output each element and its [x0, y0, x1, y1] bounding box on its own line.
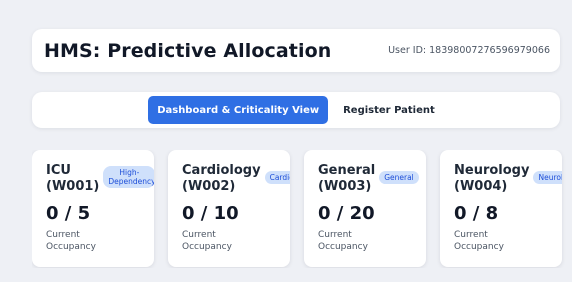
tab-bar: Dashboard & Criticality View Register Pa… — [32, 92, 560, 128]
ward-name: ICU (W001) — [46, 163, 99, 195]
ward-name: Neurology (W004) — [454, 163, 529, 195]
occupancy-label: Current Occupancy — [182, 230, 232, 252]
occupancy-value: 0 / 20 — [318, 203, 375, 224]
ward-card-header: Neurology (W004) Neurology — [454, 163, 562, 199]
ward-code: (W003) — [318, 179, 372, 194]
ward-card-header: Cardiology (W002) Cardiology — [182, 163, 290, 199]
tab-dashboard-criticality-view[interactable]: Dashboard & Criticality View — [148, 96, 329, 124]
occupancy-label: Current Occupancy — [454, 230, 504, 252]
ward-card-cardiology: Cardiology (W002) Cardiology 0 / 10 Curr… — [168, 150, 290, 267]
ward-type-badge: General — [379, 171, 419, 184]
ward-type-badge: Cardiology — [264, 171, 290, 184]
ward-name-label: Neurology — [454, 163, 530, 178]
ward-type-badge: Neurology — [533, 171, 562, 184]
ward-card-neurology: Neurology (W004) Neurology 0 / 8 Current… — [440, 150, 562, 267]
occupancy-value: 0 / 10 — [182, 203, 239, 224]
ward-name: Cardiology (W002) — [182, 163, 261, 195]
ward-name-label: General — [318, 163, 376, 178]
ward-name-label: Cardiology — [182, 163, 261, 178]
occupancy-value: 0 / 5 — [46, 203, 91, 224]
ward-code: (W002) — [182, 179, 236, 194]
occupancy-value: 0 / 8 — [454, 203, 499, 224]
ward-card-header: ICU (W001) High-Dependency — [46, 163, 154, 199]
ward-code: (W004) — [454, 179, 508, 194]
ward-card-icu: ICU (W001) High-Dependency 0 / 5 Current… — [32, 150, 154, 267]
ward-card-header: General (W003) General — [318, 163, 426, 199]
ward-card-general: General (W003) General 0 / 20 Current Oc… — [304, 150, 426, 267]
occupancy-label: Current Occupancy — [318, 230, 368, 252]
tab-register-patient[interactable]: Register Patient — [334, 96, 444, 124]
ward-name: General (W003) — [318, 163, 375, 195]
ward-code: (W001) — [46, 179, 100, 194]
page-title: HMS: Predictive Allocation — [44, 39, 332, 62]
occupancy-label: Current Occupancy — [46, 230, 96, 252]
app-header: HMS: Predictive Allocation User ID: 1839… — [32, 29, 560, 72]
user-id-label: User ID: 18398007276596979066 — [388, 45, 550, 56]
ward-cards-list: ICU (W001) High-Dependency 0 / 5 Current… — [32, 150, 572, 268]
ward-name-label: ICU — [46, 163, 71, 178]
ward-type-badge: High-Dependency — [103, 166, 154, 188]
